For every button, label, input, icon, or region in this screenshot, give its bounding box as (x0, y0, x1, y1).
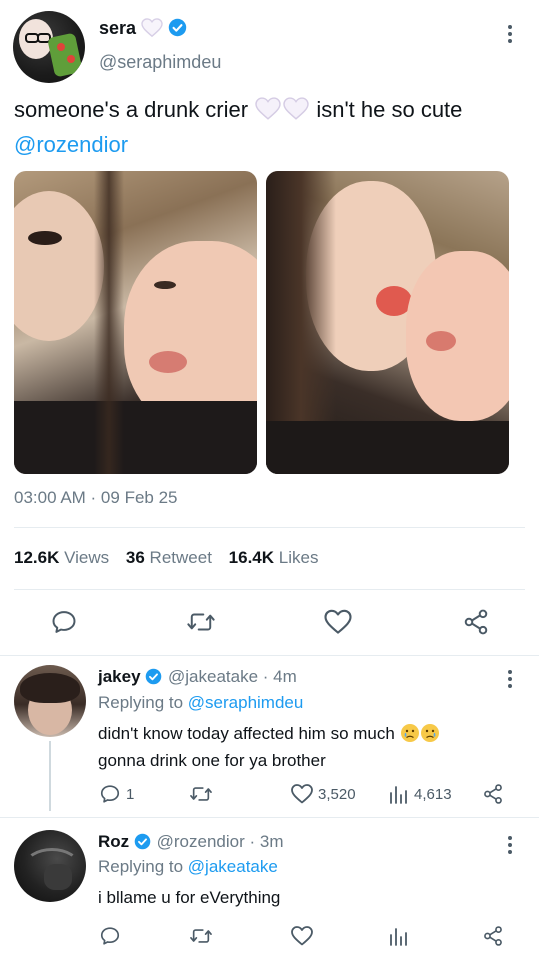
reply-thread-line (49, 741, 51, 811)
tweet-text-before: someone's a drunk crier (14, 97, 249, 122)
author-name-row[interactable]: sera (99, 18, 187, 43)
retweet-button[interactable] (186, 608, 216, 636)
more-options-icon[interactable] (507, 836, 513, 854)
tweet-stats: 12.6K Views 36 Retweet 16.4K Likes (14, 548, 318, 568)
heart-icon (324, 609, 352, 634)
divider (14, 589, 525, 590)
tweet-timestamp[interactable]: 03:00 AM · 09 Feb 25 (14, 488, 178, 508)
white-heart-icon (141, 18, 163, 43)
reply-button[interactable] (50, 608, 78, 636)
share-button[interactable] (482, 925, 504, 947)
retweet-button[interactable] (189, 925, 213, 947)
reply-text: i bllame u for eVerything (98, 888, 281, 907)
retweet-button[interactable] (189, 783, 213, 805)
like-button[interactable]: 3,520 (290, 783, 356, 805)
reply-count: 1 (126, 785, 135, 803)
author-avatar[interactable] (13, 11, 85, 83)
reply-avatar[interactable] (14, 830, 86, 902)
views-button[interactable] (388, 925, 408, 947)
reply-time: · 4m (262, 667, 297, 686)
reply-button[interactable]: 1 (99, 783, 134, 805)
retweet-icon (190, 787, 212, 801)
reply-icon (52, 611, 76, 633)
mention-link[interactable]: @rozendior (14, 132, 128, 157)
verified-badge-icon (145, 668, 163, 686)
reply-header: Roz @rozendior · 3m (98, 832, 284, 852)
retweet-icon (187, 613, 215, 631)
share-icon (464, 609, 488, 635)
replying-to-link[interactable]: @jakeatake (188, 857, 278, 876)
divider (14, 527, 525, 528)
tweet-photo-2[interactable] (266, 171, 509, 474)
reply-text: didn't know today affected him so much g… (98, 722, 518, 772)
share-icon (484, 926, 502, 946)
replying-to-link[interactable]: @seraphimdeu (188, 693, 304, 712)
tweet-photo-1[interactable] (14, 171, 257, 474)
like-button[interactable] (290, 925, 314, 947)
reply-display-name[interactable]: jakey (98, 667, 141, 686)
reply-button[interactable] (99, 925, 121, 947)
share-button[interactable] (462, 608, 490, 636)
retweet-icon (190, 929, 212, 943)
crying-face-icon (420, 723, 440, 749)
white-heart-icon (282, 97, 310, 129)
heart-icon (291, 784, 313, 804)
reply-icon (100, 785, 120, 803)
replying-to-line: Replying to @seraphimdeu (98, 693, 304, 712)
tweet-text-after: isn't he so cute (316, 97, 463, 122)
share-icon (484, 784, 502, 804)
more-options-icon[interactable] (507, 670, 513, 688)
like-count: 3,520 (318, 785, 356, 803)
author-display-name: sera (99, 18, 137, 38)
verified-badge-icon (134, 833, 152, 851)
views-stat[interactable]: 12.6K Views (14, 548, 109, 567)
tweet-text: someone's a drunk crier isn't he so cute… (14, 94, 529, 160)
share-button[interactable] (482, 783, 504, 805)
likes-stat[interactable]: 16.4K Likes (229, 548, 319, 567)
reply-time: · 3m (249, 832, 284, 851)
white-heart-icon (254, 97, 282, 129)
verified-badge-icon (168, 18, 187, 37)
view-count: 4,613 (414, 785, 452, 803)
divider (0, 655, 539, 656)
analytics-icon (390, 786, 407, 804)
crying-face-icon (400, 723, 420, 749)
heart-icon (291, 926, 313, 946)
retweets-stat[interactable]: 36 Retweet (126, 548, 212, 567)
reply-header: jakey @jakeatake · 4m (98, 667, 297, 687)
views-button[interactable]: 4,613 (388, 783, 452, 805)
replying-to-line: Replying to @jakeatake (98, 857, 278, 876)
reply-display-name[interactable]: Roz (98, 832, 129, 851)
like-button[interactable] (323, 608, 353, 636)
analytics-icon (390, 928, 407, 946)
more-options-icon[interactable] (507, 25, 513, 43)
reply-handle[interactable]: @jakeatake (168, 667, 258, 686)
divider (0, 817, 539, 818)
reply-avatar[interactable] (14, 665, 86, 737)
reply-handle[interactable]: @rozendior (157, 832, 245, 851)
reply-icon (100, 927, 120, 945)
author-handle[interactable]: @seraphimdeu (99, 52, 221, 73)
